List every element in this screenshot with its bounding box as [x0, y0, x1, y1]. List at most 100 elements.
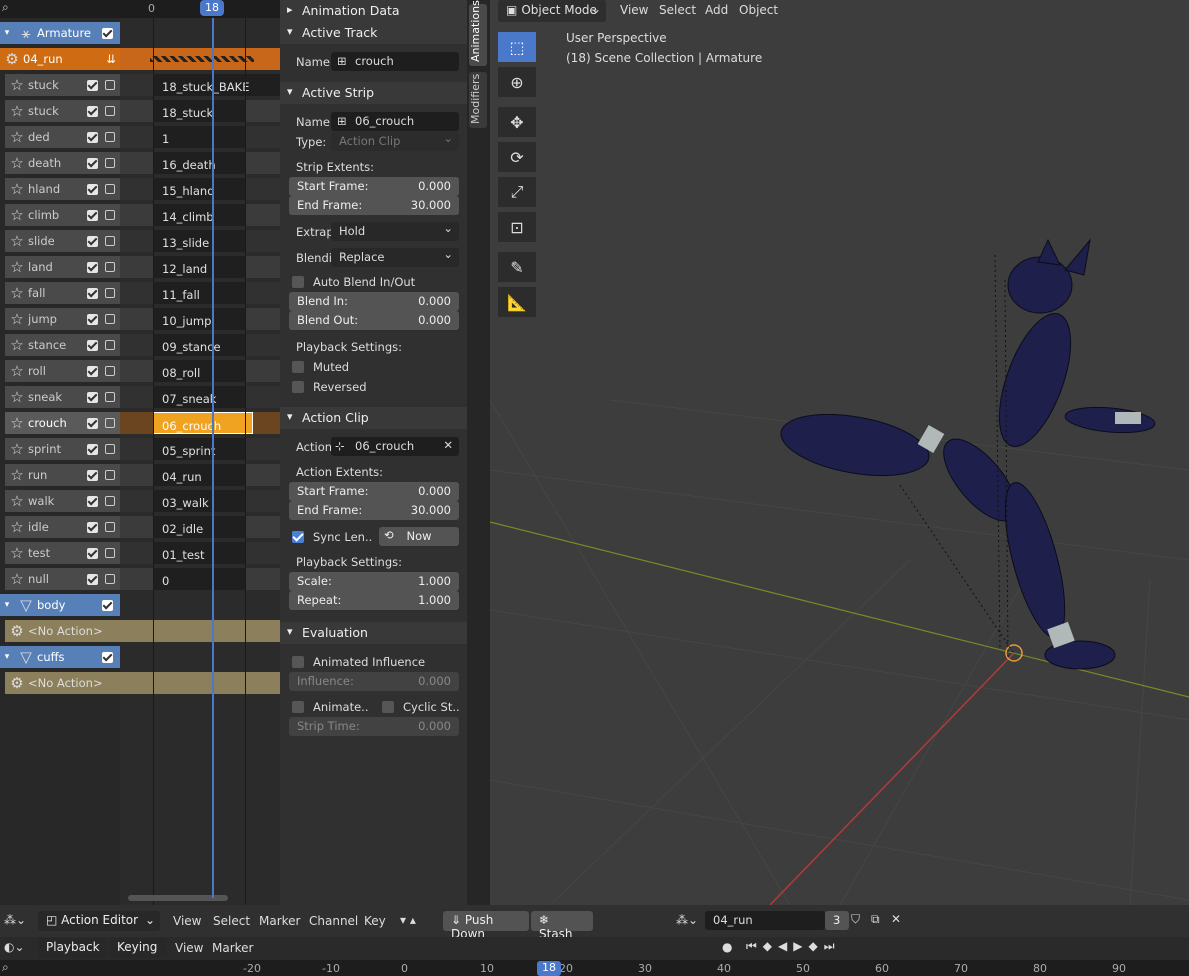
lock-icon[interactable]: [105, 574, 115, 584]
nla-strip[interactable]: 05_sprint: [153, 438, 245, 460]
solo-star-icon[interactable]: ☆: [8, 336, 26, 354]
lock-icon[interactable]: [105, 444, 115, 454]
channel-row[interactable]: ☆ sneak: [5, 386, 120, 408]
animated-strip-time-checkbox[interactable]: [292, 701, 304, 713]
menu-marker[interactable]: Marker: [259, 914, 300, 928]
channel-row[interactable]: ☆ test: [5, 542, 120, 564]
nla-strip[interactable]: 07_sneak: [153, 386, 245, 408]
channel-row[interactable]: ☆ null: [5, 568, 120, 590]
channel-row[interactable]: ⚙ <No Action>: [5, 672, 120, 694]
lock-icon[interactable]: [105, 366, 115, 376]
solo-star-icon[interactable]: ☆: [8, 284, 26, 302]
enable-checkbox[interactable]: [102, 27, 113, 39]
lock-icon[interactable]: [105, 418, 115, 428]
reversed-checkbox[interactable]: [292, 381, 304, 393]
channel-row[interactable]: ☆ roll: [5, 360, 120, 382]
menu-add[interactable]: Add: [705, 3, 728, 17]
mute-checkbox[interactable]: [87, 209, 98, 221]
lock-icon[interactable]: [105, 314, 115, 324]
lock-icon[interactable]: [105, 340, 115, 350]
strip-time-field[interactable]: Strip Time: 0.000: [289, 717, 459, 736]
scale-tool-icon[interactable]: ⤢: [498, 177, 536, 207]
channel-row[interactable]: ☆ sprint: [5, 438, 120, 460]
nla-strip[interactable]: 1: [153, 126, 245, 148]
cyclic-strip-time-checkbox[interactable]: [382, 701, 394, 713]
cursor-tool-icon[interactable]: ⊕: [498, 67, 536, 97]
blending-dropdown[interactable]: Replace: [331, 247, 459, 267]
solo-star-icon[interactable]: ☆: [8, 388, 26, 406]
lock-icon[interactable]: [105, 392, 115, 402]
move-tool-icon[interactable]: ✥: [498, 107, 536, 137]
solo-star-icon[interactable]: ☆: [8, 258, 26, 276]
solo-star-icon[interactable]: ☆: [8, 310, 26, 328]
editor-mode-dropdown[interactable]: ◰ Action Editor ⌄: [38, 911, 160, 931]
mute-checkbox[interactable]: [87, 183, 98, 195]
mute-checkbox[interactable]: [87, 79, 98, 91]
collapse-icon[interactable]: ▾ ▴: [400, 913, 416, 927]
keying-menu[interactable]: Keying: [109, 938, 167, 958]
tab-modifiers[interactable]: Modifiers: [469, 72, 487, 128]
transform-tool-icon[interactable]: ⊡: [498, 212, 536, 242]
solo-star-icon[interactable]: ☆: [8, 570, 26, 588]
strip-name-field[interactable]: ⊞ 06_crouch: [331, 112, 459, 131]
search-icon[interactable]: ⌕: [2, 0, 9, 15]
duplicate-icon[interactable]: ⧉: [871, 912, 880, 927]
lock-icon[interactable]: [105, 262, 115, 272]
lock-icon[interactable]: [105, 548, 115, 558]
nla-strip[interactable]: 10_jump: [153, 308, 245, 330]
strip-start-frame-field[interactable]: Start Frame: 0.000: [289, 177, 459, 196]
menu-select[interactable]: Select: [659, 3, 696, 17]
nla-strip[interactable]: 18_stuck_BAKE: [153, 74, 280, 96]
nla-strip[interactable]: 14_climb: [153, 204, 245, 226]
panel-active-strip[interactable]: Active Strip: [280, 82, 467, 104]
channel-row[interactable]: ☆ stuck: [5, 74, 120, 96]
enable-checkbox[interactable]: [102, 651, 113, 663]
lock-icon[interactable]: [105, 80, 115, 90]
playback-menu[interactable]: Playback: [38, 938, 106, 958]
type-dropdown[interactable]: Action Clip: [331, 131, 459, 151]
mute-checkbox[interactable]: [87, 443, 98, 455]
mute-checkbox[interactable]: [87, 391, 98, 403]
select-box-tool-icon[interactable]: ⬚: [498, 32, 536, 62]
nla-strip[interactable]: 18_stuck: [153, 100, 245, 122]
mute-checkbox[interactable]: [87, 157, 98, 169]
auto-blend-checkbox[interactable]: [292, 276, 304, 288]
mute-checkbox[interactable]: [87, 469, 98, 481]
channel-row[interactable]: ☆ hland: [5, 178, 120, 200]
timeline-view-menu[interactable]: View: [175, 941, 203, 955]
unlink-icon[interactable]: ✕: [891, 912, 901, 926]
sync-length-checkbox[interactable]: [292, 531, 304, 543]
channel-row[interactable]: ▾ ⚹ Armature: [0, 22, 120, 44]
lock-icon[interactable]: [105, 210, 115, 220]
action-users-count[interactable]: 3: [825, 911, 849, 930]
channel-row[interactable]: ⚙ 04_run ⇊: [0, 48, 120, 70]
menu-view[interactable]: View: [620, 3, 648, 17]
sync-now-button[interactable]: ⟲ Now: [379, 527, 459, 546]
current-frame-marker[interactable]: 18: [537, 961, 561, 976]
channel-row[interactable]: ▾ ▽ cuffs: [0, 646, 120, 668]
channel-row[interactable]: ☆ ded: [5, 126, 120, 148]
solo-star-icon[interactable]: ☆: [8, 518, 26, 536]
menu-view[interactable]: View: [173, 914, 201, 928]
nla-strip[interactable]: 15_hland: [153, 178, 245, 200]
solo-star-icon[interactable]: ☆: [8, 180, 26, 198]
solo-star-icon[interactable]: ☆: [8, 492, 26, 510]
track-name-field[interactable]: ⊞ crouch: [331, 52, 459, 71]
lock-icon[interactable]: [105, 158, 115, 168]
menu-channel[interactable]: Channel: [309, 914, 358, 928]
menu-key[interactable]: Key: [364, 914, 386, 928]
channel-row[interactable]: ☆ slide: [5, 230, 120, 252]
lock-icon[interactable]: [105, 288, 115, 298]
channel-row[interactable]: ☆ climb: [5, 204, 120, 226]
mute-checkbox[interactable]: [87, 365, 98, 377]
solo-star-icon[interactable]: ☆: [8, 414, 26, 432]
search-icon[interactable]: ⌕: [2, 960, 9, 975]
solo-star-icon[interactable]: ☆: [8, 128, 26, 146]
annotate-tool-icon[interactable]: ✎: [498, 252, 536, 282]
nla-strip[interactable]: 13_slide: [153, 230, 245, 252]
timeline-ruler[interactable]: -20 -10 0 10 20 30 40 50 60 70 80 90 18 ⌕: [0, 960, 1189, 976]
nla-strip[interactable]: 08_roll: [153, 360, 245, 382]
channel-row[interactable]: ▾ ▽ body: [0, 594, 120, 616]
scale-field[interactable]: Scale: 1.000: [289, 572, 459, 591]
solo-star-icon[interactable]: ☆: [8, 102, 26, 120]
